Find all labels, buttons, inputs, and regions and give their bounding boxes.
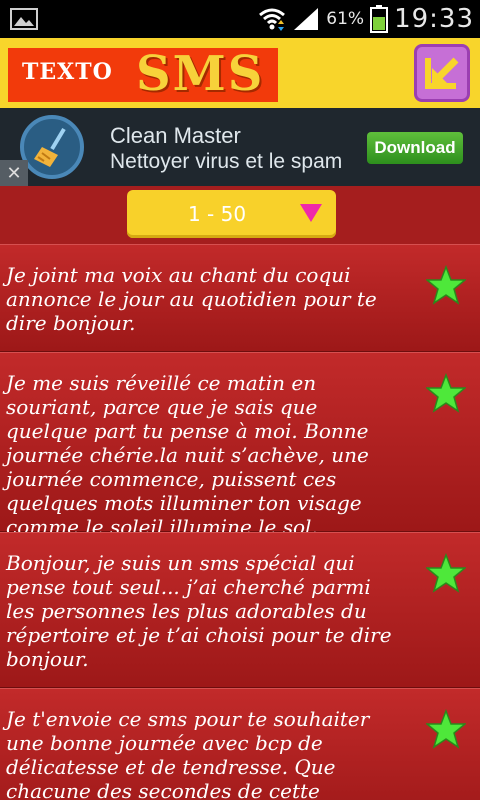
- list-item[interactable]: Bonjour, je suis un sms spécial qui pens…: [0, 532, 480, 688]
- clock: 19:33: [394, 4, 474, 34]
- message-text: Je t'envoie ce sms pour te souhaiter une…: [6, 707, 370, 800]
- list-item[interactable]: Je me suis réveillé ce matin en souriant…: [0, 352, 480, 539]
- message-text: Je me suis réveillé ce matin en souriant…: [6, 371, 369, 539]
- battery-percent: 61%: [326, 9, 365, 29]
- status-bar: 61% 19:33: [0, 0, 480, 38]
- battery-icon: [370, 5, 389, 33]
- arrow-down-left-icon: [425, 57, 459, 89]
- broom-icon: [20, 115, 84, 179]
- app-header: TEXTO SMS: [0, 38, 480, 108]
- range-dropdown-value: 1 - 50: [187, 202, 247, 226]
- star-icon[interactable]: [426, 553, 466, 593]
- star-icon[interactable]: [426, 265, 466, 305]
- ad-title: Clean Master: [110, 123, 241, 148]
- message-text: Bonjour, je suis un sms spécial qui pens…: [6, 551, 392, 671]
- logo-sms: SMS: [136, 46, 265, 102]
- ad-subtitle: Nettoyer virus et le spam: [110, 150, 343, 173]
- ad-close-button[interactable]: ✕: [0, 160, 28, 186]
- triangle-down-icon: [300, 204, 322, 222]
- range-dropdown[interactable]: 1 - 50: [127, 190, 336, 238]
- list-item[interactable]: Je t'envoie ce sms pour te souhaiter une…: [0, 688, 480, 800]
- ad-download-button[interactable]: Download: [367, 132, 463, 164]
- filter-bar: 1 - 50: [0, 186, 480, 244]
- ad-banner[interactable]: Clean Master Nettoyer virus et le spam D…: [0, 108, 480, 186]
- gallery-icon: [10, 8, 38, 30]
- message-list[interactable]: Je joint ma voix au chant du coqui annon…: [0, 244, 480, 800]
- app-logo: TEXTO SMS: [8, 46, 278, 102]
- star-icon[interactable]: [426, 373, 466, 413]
- list-item[interactable]: Je joint ma voix au chant du coqui annon…: [0, 244, 480, 352]
- message-text: Je joint ma voix au chant du coqui annon…: [6, 263, 377, 335]
- signal-icon: [294, 8, 319, 30]
- wifi-icon: [259, 8, 286, 31]
- logo-texto: TEXTO: [22, 59, 113, 85]
- star-icon[interactable]: [426, 709, 466, 749]
- back-button[interactable]: [414, 44, 470, 102]
